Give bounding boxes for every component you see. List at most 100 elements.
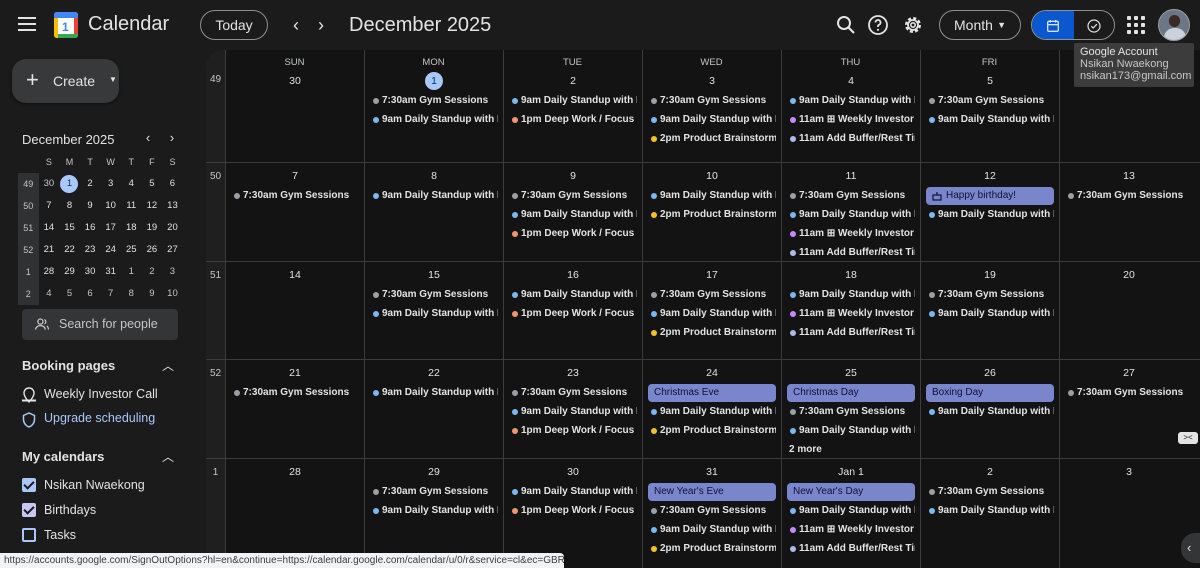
day-number[interactable]: 20 <box>1120 266 1138 284</box>
calendar-event[interactable]: 9am Daily Standup with Re <box>787 286 915 304</box>
mini-day[interactable]: 16 <box>80 217 101 239</box>
mini-day[interactable]: 19 <box>142 217 163 239</box>
mini-day[interactable]: 14 <box>39 217 60 239</box>
day-cell[interactable]: Jan 1 New Year's Day 9am Daily Standup wit… <box>781 459 920 568</box>
day-cell[interactable]: 189am Daily Standup with Re11am ⊞ Weekly… <box>781 262 920 359</box>
day-number[interactable]: 18 <box>842 266 860 284</box>
week-number[interactable]: 52 <box>206 360 225 458</box>
mini-day[interactable]: 8 <box>59 195 80 217</box>
day-number[interactable]: 31 <box>703 463 721 481</box>
create-button[interactable]: + Create ▼ <box>12 59 119 103</box>
calendar-event[interactable]: 2pm Product Brainstormin <box>648 130 776 148</box>
mini-day[interactable]: 3 <box>100 173 121 195</box>
mini-day[interactable]: 1 <box>121 261 142 283</box>
day-cell[interactable]: 8 9am Daily Standup with Re <box>364 163 503 261</box>
calendar-event[interactable]: 7:30am Gym Sessions <box>509 384 637 402</box>
mini-day[interactable]: 4 <box>39 283 60 305</box>
week-number[interactable]: 49 <box>206 50 225 162</box>
previous-month-button[interactable]: ‹ <box>286 14 306 36</box>
menu-icon[interactable] <box>18 14 38 34</box>
mini-day[interactable]: 20 <box>162 217 183 239</box>
calendar-event[interactable]: 1pm Deep Work / Focus Bl <box>509 502 637 520</box>
calendar-event[interactable]: 11am Add Buffer/Rest Time <box>787 324 915 342</box>
calendar-event[interactable]: 11am ⊞ Weekly Investor C <box>787 225 915 243</box>
calendar-event[interactable]: 9am Daily Standup with Re <box>370 384 498 402</box>
calendar-event[interactable]: 9am Daily Standup with Re <box>509 206 637 224</box>
day-cell[interactable]: 20 <box>1059 262 1198 359</box>
mini-day[interactable]: 5 <box>142 173 163 195</box>
day-number[interactable]: 22 <box>425 364 443 382</box>
mini-day[interactable]: 30 <box>80 261 101 283</box>
birthday-event[interactable]: Happy birthday! <box>926 187 1054 205</box>
day-number[interactable]: 7 <box>286 167 304 185</box>
mini-day[interactable]: 25 <box>121 239 142 261</box>
day-cell[interactable]: 15 7:30am Gym Sessions 9am Daily Standup w… <box>364 262 503 359</box>
calendar-event[interactable]: 9am Daily Standup with Re <box>648 305 776 323</box>
calendar-event[interactable]: 9am Daily Standup with Re <box>509 92 637 110</box>
day-cell[interactable]: 29 7:30am Gym Sessions 9am Daily Standup w… <box>364 459 503 568</box>
day-cell[interactable]: 7 7:30am Gym Sessions <box>225 163 364 261</box>
mini-day[interactable]: 1 <box>59 173 80 195</box>
search-icon[interactable] <box>834 13 858 37</box>
calendar-event[interactable]: 7:30am Gym Sessions <box>926 286 1054 304</box>
calendar-event[interactable]: 7:30am Gym Sessions <box>231 384 359 402</box>
mini-day[interactable]: 15 <box>59 217 80 239</box>
mini-day[interactable]: 8 <box>121 283 142 305</box>
day-number[interactable]: 10 <box>703 167 721 185</box>
day-cell[interactable]: 26 Boxing Day 9am Daily Standup with Re <box>920 360 1059 458</box>
day-cell[interactable]: 25 Christmas Day 7:30am Gym Sessions 9am Da… <box>781 360 920 458</box>
week-number[interactable]: 50 <box>206 163 225 261</box>
mini-day[interactable]: 31 <box>100 261 121 283</box>
mini-day[interactable]: 13 <box>162 195 183 217</box>
calendar-event[interactable]: 7:30am Gym Sessions <box>370 92 498 110</box>
mini-day[interactable]: 23 <box>80 239 101 261</box>
calendar-event[interactable]: 11am ⊞ Weekly Investor C <box>787 521 915 539</box>
account-avatar[interactable] <box>1158 9 1190 41</box>
calendar-event[interactable]: 9am Daily Standup with Re <box>509 403 637 421</box>
calendar-event[interactable]: 9am Daily Standup with Re <box>509 286 637 304</box>
gear-icon[interactable] <box>901 13 925 37</box>
mini-day[interactable]: 4 <box>121 173 142 195</box>
apps-icon[interactable] <box>1127 16 1145 34</box>
day-number[interactable]: 15 <box>425 266 443 284</box>
mini-day[interactable]: 24 <box>100 239 121 261</box>
calendar-checkbox[interactable] <box>22 528 36 542</box>
calendar-event[interactable]: 2pm Product Brainstormin <box>648 540 776 558</box>
mini-day[interactable]: 21 <box>39 239 60 261</box>
calendar-event[interactable]: 9am Daily Standup with Re <box>370 187 498 205</box>
search-people-input[interactable]: Search for people <box>22 309 178 340</box>
calendar-event[interactable]: 9am Daily Standup with Re <box>926 111 1054 129</box>
mini-day[interactable]: 28 <box>39 261 60 283</box>
day-number[interactable]: 13 <box>1120 167 1138 185</box>
day-number[interactable]: 26 <box>981 364 999 382</box>
booking-pages-collapse-button[interactable]: ︿ <box>162 357 174 374</box>
day-number[interactable]: 8 <box>425 167 443 185</box>
calendar-event[interactable]: 9am Daily Standup with Re <box>926 206 1054 224</box>
calendar-event[interactable]: 7:30am Gym Sessions <box>648 286 776 304</box>
day-cell[interactable]: 3 7:30am Gym Sessions 9am Daily Standup wi… <box>642 50 781 162</box>
calendar-event[interactable]: 9am Daily Standup with Re <box>648 521 776 539</box>
calendar-event[interactable]: 1pm Deep Work / Focus Bl <box>509 422 637 440</box>
mini-day[interactable]: 12 <box>142 195 163 217</box>
day-cell[interactable]: 169am Daily Standup with Re1pm Deep Work… <box>503 262 642 359</box>
day-cell[interactable]: 11 7:30am Gym Sessions 9am Daily Standup w… <box>781 163 920 261</box>
calendar-checkbox[interactable] <box>22 503 36 517</box>
mini-week-number[interactable]: 2 <box>18 283 39 305</box>
calendar-event[interactable]: 9am Daily Standup with Re <box>648 111 776 129</box>
day-number[interactable]: 23 <box>564 364 582 382</box>
day-number[interactable]: 1 <box>425 72 443 90</box>
day-number[interactable]: 30 <box>564 463 582 481</box>
day-cell[interactable]: 28 <box>225 459 364 568</box>
calendar-event[interactable]: 9am Daily Standup with Re <box>926 502 1054 520</box>
holiday-event[interactable]: Christmas Day <box>787 384 915 402</box>
calendar-event[interactable]: 9am Daily Standup with Re <box>787 206 915 224</box>
day-number[interactable]: 29 <box>425 463 443 481</box>
mini-day[interactable]: 3 <box>162 261 183 283</box>
calendar-event[interactable]: 11am ⊞ Weekly Investor C <box>787 111 915 129</box>
mini-day[interactable]: 10 <box>162 283 183 305</box>
mini-day[interactable]: 30 <box>39 173 60 195</box>
day-number[interactable]: 2 <box>981 463 999 481</box>
day-number[interactable]: 4 <box>842 72 860 90</box>
day-number[interactable]: 5 <box>981 72 999 90</box>
day-number[interactable]: 11 <box>842 167 860 185</box>
